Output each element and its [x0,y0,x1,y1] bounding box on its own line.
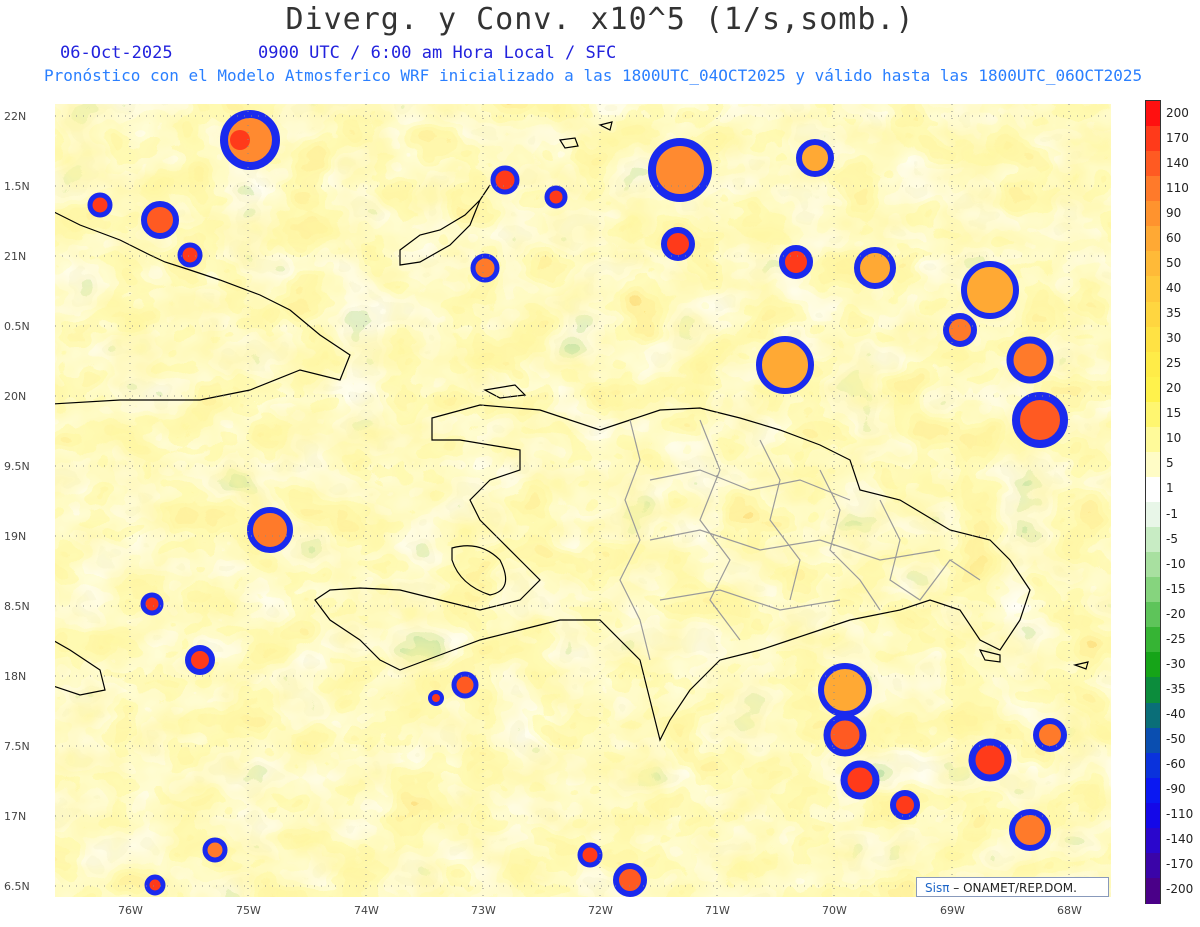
credit-box: Sisπ – ONAMET/REP.DOM. [916,877,1109,897]
colorbar-segment [1146,527,1160,554]
lat-label: 17N [4,810,26,823]
divergence-map: 22N 1.5N 21N 0.5N 20N 9.5N 19N 8.5N 18N … [4,104,1111,917]
colorbar-level-label: -5 [1166,531,1178,546]
lon-label: 69W [940,904,965,917]
colorbar-level-label: -140 [1166,832,1194,847]
lat-label: 22N [4,110,26,123]
colorbar-level-label: -20 [1166,606,1186,621]
colorbar-level-label: 90 [1166,205,1182,220]
lon-label: 73W [471,904,496,917]
lat-label: 18N [4,670,26,683]
colorbar-level-label: 30 [1166,331,1182,346]
lon-label: 75W [236,904,261,917]
colorbar-level-label: 110 [1166,180,1189,195]
colorbar-segment [1146,151,1160,178]
colorbar-level-label: -60 [1166,757,1186,772]
colorbar-level-label: -30 [1166,656,1186,671]
lat-label: 21N [4,250,26,263]
lon-label: 71W [705,904,730,917]
colorbar-segment [1146,176,1160,203]
colorbar-level-label: -25 [1166,631,1186,646]
lon-label: 70W [822,904,847,917]
latitude-labels: 22N 1.5N 21N 0.5N 20N 9.5N 19N 8.5N 18N … [4,110,30,893]
lat-label: 7.5N [4,740,30,753]
colorbar-segment [1146,752,1160,779]
colorbar-level-label: 35 [1166,306,1182,321]
lat-label: 8.5N [4,600,30,613]
colorbar-level-label: 20 [1166,381,1182,396]
colorbar-level-label: 60 [1166,230,1182,245]
colorbar-segment [1146,126,1160,153]
colorbar-segment [1146,426,1160,453]
colorbar-segment [1146,476,1160,503]
colorbar-level-label: 25 [1166,356,1182,371]
colorbar-segment [1146,827,1160,854]
colorbar-level-label: 140 [1166,155,1189,170]
colorbar-segment [1146,627,1160,654]
colorbar-level-label: 5 [1166,456,1174,471]
colorbar-level-label: -170 [1166,857,1194,872]
colorbar-segment [1146,602,1160,629]
colorbar-level-label: 10 [1166,431,1182,446]
colorbar-segment [1146,251,1160,278]
colorbar-segment [1146,652,1160,679]
colorbar-segment [1146,552,1160,579]
lon-label: 74W [354,904,379,917]
colorbar-segment [1146,502,1160,528]
colorbar-level-label: -50 [1166,732,1186,747]
lat-label: 20N [4,390,26,403]
colorbar-level-label: -10 [1166,556,1186,571]
lat-label: 19N [4,530,26,543]
colorbar-level-label: -40 [1166,707,1186,722]
colorbar-segment [1146,351,1160,378]
lon-label: 72W [588,904,613,917]
colorbar-segment [1146,201,1160,228]
colorbar-level-label: 200 [1166,105,1189,120]
colorbar [1145,100,1161,904]
colorbar-segment [1146,852,1160,879]
colorbar-level-label: -110 [1166,807,1194,822]
colorbar-segment [1146,702,1160,729]
forecast-time: 0900 UTC / 6:00 am Hora Local / SFC [258,43,617,63]
lat-label: 6.5N [4,880,30,893]
colorbar-level-label: 40 [1166,280,1182,295]
colorbar-segment [1146,877,1160,904]
map-field [55,104,1111,897]
colorbar-segment [1146,301,1160,328]
colorbar-level-label: -15 [1166,581,1186,596]
longitude-labels: 76W 75W 74W 73W 72W 71W 70W 69W 68W [118,904,1082,917]
credit-text: – ONAMET/REP.DOM. [953,881,1077,895]
colorbar-segment [1146,101,1160,127]
colorbar-level-label: 15 [1166,406,1182,421]
colorbar-segment [1146,401,1160,428]
colorbar-segment [1146,777,1160,804]
colorbar-level-label: -1 [1166,506,1178,521]
colorbar-segment [1146,276,1160,303]
colorbar-level-label: -35 [1166,681,1186,696]
colorbar-segment [1146,677,1160,704]
colorbar-segment [1146,802,1160,829]
chart-title: Diverg. y Conv. x10^5 (1/s,somb.) [285,2,915,37]
colorbar-segment [1146,326,1160,353]
lon-label: 68W [1057,904,1082,917]
colorbar-level-label: 170 [1166,130,1189,145]
colorbar-level-label: 1 [1166,481,1174,496]
colorbar-segment [1146,451,1160,478]
colorbar-segment [1146,727,1160,754]
lat-label: 0.5N [4,320,30,333]
colorbar-level-label: -200 [1166,882,1194,897]
colorbar-segment [1146,577,1160,604]
forecast-model-info: Pronóstico con el Modelo Atmosferico WRF… [44,66,1143,85]
colorbar-level-label: 50 [1166,255,1182,270]
lat-label: 1.5N [4,180,30,193]
colorbar-segment [1146,226,1160,253]
credit-brand: Sisπ [925,881,950,895]
lon-label: 76W [118,904,143,917]
colorbar-level-label: -90 [1166,782,1186,797]
forecast-date: 06-Oct-2025 [60,43,173,63]
lat-label: 9.5N [4,460,30,473]
colorbar-segment [1146,376,1160,403]
